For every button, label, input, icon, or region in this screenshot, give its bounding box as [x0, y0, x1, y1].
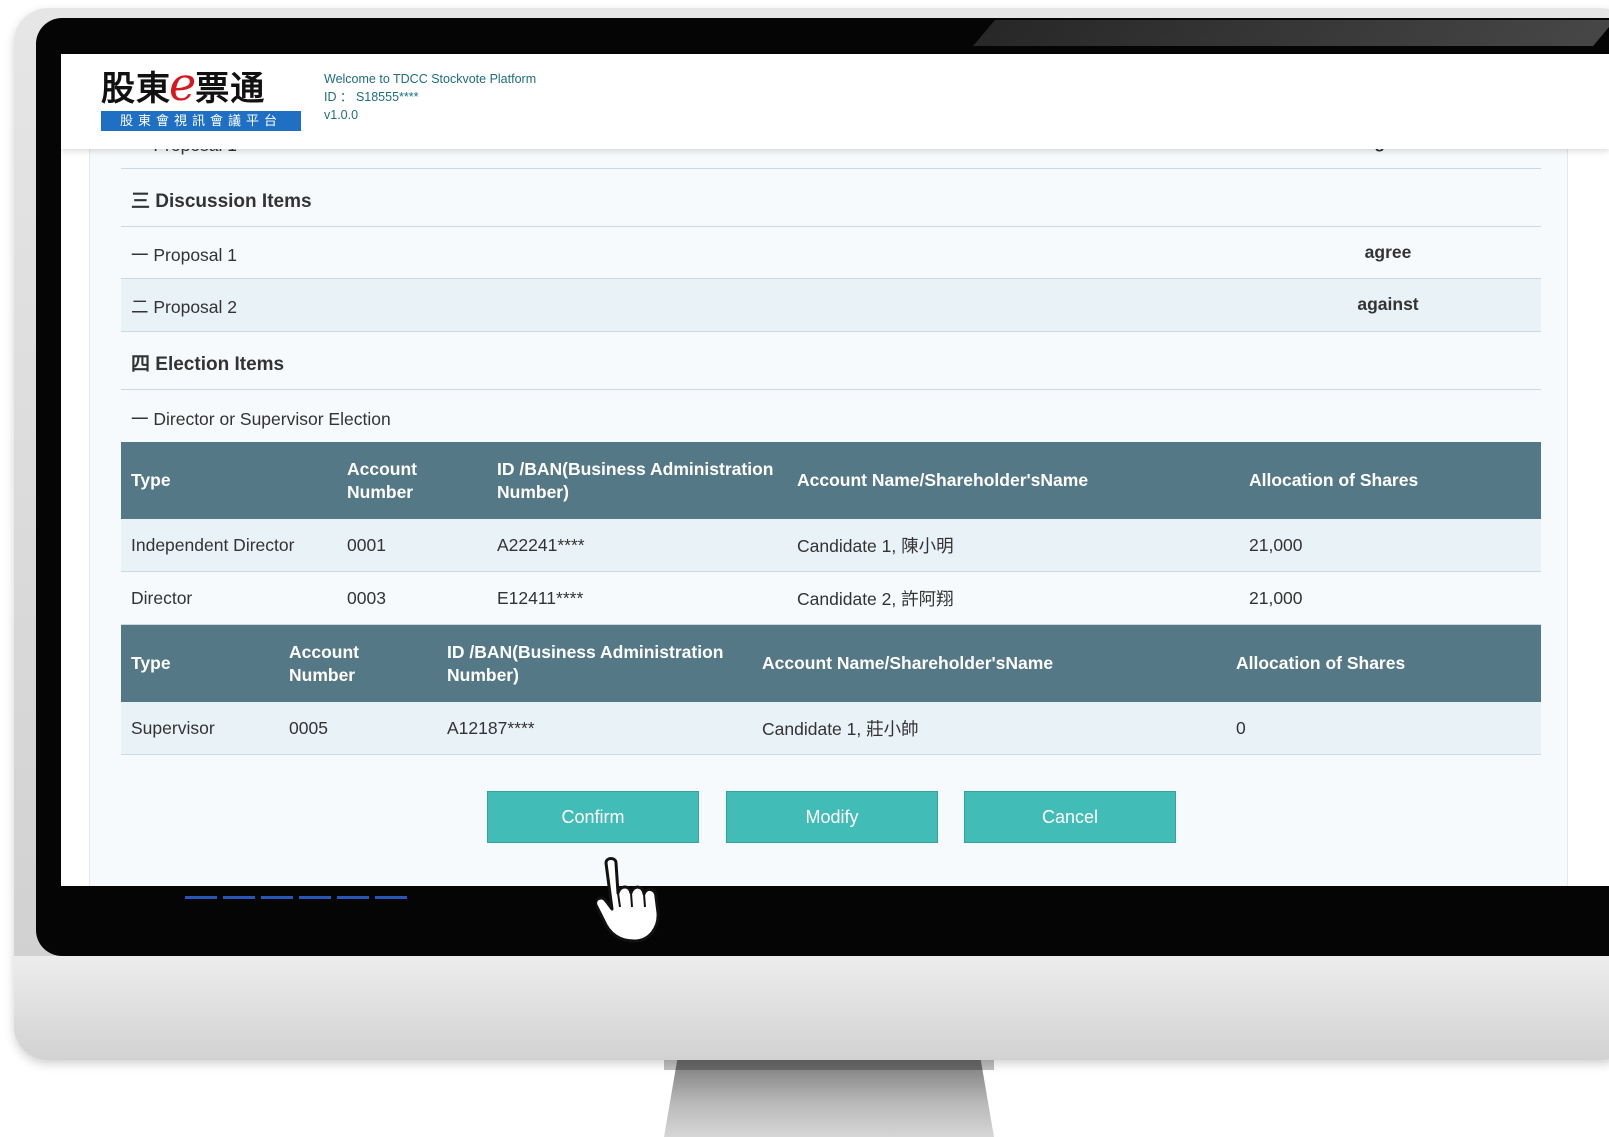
header-info: Welcome to TDCC Stockvote Platform ID ： …	[324, 70, 536, 124]
monitor-stand-shadow	[664, 1060, 994, 1070]
director-election-table: Type Account Number ID /BAN(Business Adm…	[121, 442, 1541, 625]
supervisor-election-table: Type Account Number ID /BAN(Business Adm…	[121, 625, 1541, 755]
proposal-row: 二 Proposal 2 against	[121, 279, 1541, 332]
section-title: 三 Discussion Items	[131, 191, 312, 212]
proposal-label: 二 Proposal 2	[131, 297, 238, 317]
section-title: 四 Election Items	[131, 354, 285, 375]
vote-value: against	[1357, 294, 1419, 314]
app-screen: 股東e票通 股東會視訊會議平台 Welcome to TDCC Stockvot…	[61, 54, 1609, 886]
page-header: 股東e票通 股東會視訊會議平台 Welcome to TDCC Stockvot…	[61, 54, 1609, 149]
column-header: Account Number	[279, 625, 437, 702]
table-header-row: Type Account Number ID /BAN(Business Adm…	[121, 442, 1541, 519]
election-label: 一 Director or Supervisor Election	[131, 409, 391, 429]
logo-text-left: 股東	[101, 69, 171, 109]
vote-summary-panel: 一 Proposal 1 agree 三 Discussion Items 一 …	[89, 132, 1568, 886]
table-cell: Independent Director	[121, 519, 337, 572]
table-cell: 0001	[337, 519, 487, 572]
column-header: Type	[121, 625, 279, 702]
monitor-chin	[14, 956, 1609, 1060]
column-header: ID /BAN(Business Administration Number)	[487, 442, 787, 519]
decorative-underline	[185, 886, 415, 899]
table-cell: Director	[121, 571, 337, 625]
table-cell: 0005	[279, 702, 437, 755]
column-header: Account Name/Shareholder'sName	[752, 625, 1226, 702]
monitor-stand	[664, 1060, 994, 1137]
column-header: Type	[121, 442, 337, 519]
pointer-hand-icon	[596, 857, 660, 943]
table-cell: 21,000	[1239, 571, 1541, 625]
logo-e-mark: e	[169, 57, 198, 111]
table-cell: 0	[1226, 702, 1541, 755]
logo-subtitle: 股東會視訊會議平台	[101, 111, 301, 131]
table-cell: Candidate 1, 莊小帥	[752, 702, 1226, 755]
logo-text-right: 票通	[195, 69, 266, 109]
table-row: Supervisor 0005 A12187**** Candidate 1, …	[121, 702, 1541, 755]
table-cell: A12187****	[437, 702, 752, 755]
table-cell: 21,000	[1239, 519, 1541, 572]
column-header: Account Number	[337, 442, 487, 519]
screen-glare	[973, 20, 1609, 46]
column-header: ID /BAN(Business Administration Number)	[437, 625, 752, 702]
table-header-row: Type Account Number ID /BAN(Business Adm…	[121, 625, 1541, 702]
column-header: Allocation of Shares	[1226, 625, 1541, 702]
column-header: Allocation of Shares	[1239, 442, 1541, 519]
table-cell: E12411****	[487, 571, 787, 625]
table-cell: Candidate 2, 許阿翔	[787, 571, 1239, 625]
table-cell: Candidate 1, 陳小明	[787, 519, 1239, 572]
table-row: Independent Director 0001 A22241**** Can…	[121, 519, 1541, 572]
table-cell: Supervisor	[121, 702, 279, 755]
proposal-label: 一 Proposal 1	[131, 245, 238, 265]
table-row: Director 0003 E12411**** Candidate 2, 許阿…	[121, 571, 1541, 625]
cancel-button[interactable]: Cancel	[964, 791, 1176, 843]
proposal-row: 一 Proposal 1 agree	[121, 227, 1541, 279]
vote-summary-list: 一 Proposal 1 agree 三 Discussion Items 一 …	[121, 132, 1541, 755]
confirm-button[interactable]: Confirm	[487, 791, 699, 843]
stockvote-logo[interactable]: 股東e票通 股東會視訊會議平台	[101, 61, 307, 131]
column-header: Account Name/Shareholder'sName	[787, 442, 1239, 519]
section-heading-election: 四 Election Items	[121, 332, 1541, 390]
vote-value: agree	[1364, 242, 1412, 262]
welcome-text: Welcome to TDCC Stockvote Platform	[324, 72, 537, 86]
table-cell: 0003	[337, 571, 487, 625]
election-subheading: 一 Director or Supervisor Election	[121, 390, 1541, 442]
version-text: v1.0.0	[324, 108, 359, 122]
table-cell: A22241****	[487, 519, 787, 572]
user-id: ID ： S18555****	[324, 90, 419, 104]
modify-button[interactable]: Modify	[726, 791, 938, 843]
logo-title: 股東e票通	[101, 61, 307, 109]
section-heading-discussion: 三 Discussion Items	[121, 169, 1541, 227]
